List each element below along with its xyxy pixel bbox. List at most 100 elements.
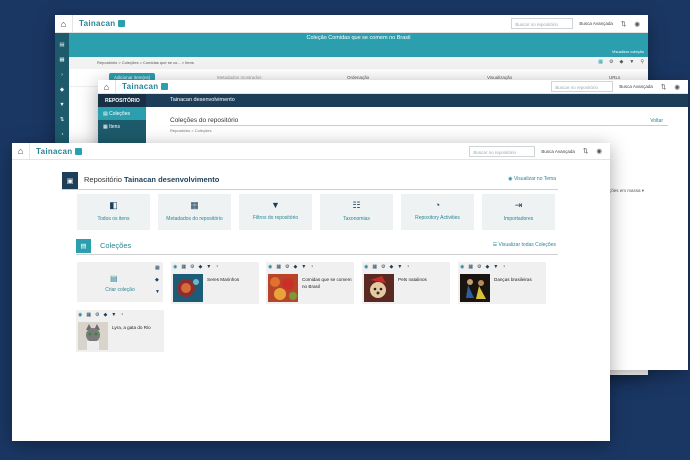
create-collection-card[interactable]: ▤ Criar coleção ▦ ◆ ▼ xyxy=(77,262,163,302)
wordpress-icon[interactable]: ◉ xyxy=(674,83,680,91)
view-icon[interactable]: ◉ xyxy=(173,264,178,270)
settings-icon[interactable]: ⚙ xyxy=(609,59,613,65)
activity-icon[interactable]: ◔ xyxy=(120,312,123,318)
filter-icon[interactable]: ▼ xyxy=(155,289,160,295)
settings-icon[interactable]: ⚙ xyxy=(477,264,482,270)
filter-icon[interactable]: ▼ xyxy=(111,312,116,318)
view-collection-link[interactable]: Visualizar coleção xyxy=(612,49,644,54)
filter-icon[interactable]: ▼ xyxy=(629,59,634,65)
activity-icon[interactable]: ◔ xyxy=(310,264,313,270)
view-in-theme-link[interactable]: ◉ Visualizar no Tema xyxy=(508,176,556,182)
collections-title: Coleções xyxy=(100,241,132,250)
search-input[interactable]: Buscar no repositório xyxy=(511,18,574,29)
home-icon[interactable]: ⌂ xyxy=(98,80,116,93)
card-toolbar: ◉ ▦ ⚙ ◆ ▼ ◔ xyxy=(460,264,505,270)
mass-actions-dropdown[interactable]: Ações em massa ▾ xyxy=(606,188,644,194)
tag-icon[interactable]: ◆ xyxy=(103,312,107,318)
items-icon[interactable]: ▦ xyxy=(468,264,473,270)
collection-card[interactable]: ◉ ▦ ⚙ ◆ ▼ ◔ Comidas que se comem no Brasil xyxy=(266,262,354,304)
search-icon[interactable]: ⚲ xyxy=(640,59,644,65)
home-icon[interactable]: ⌂ xyxy=(55,15,73,32)
sidebar-item-collections[interactable]: ▤ Coleções xyxy=(98,107,146,120)
tile-taxonomies[interactable]: ☷ Taxonomias xyxy=(320,194,393,230)
activity-icon[interactable]: ◔ xyxy=(215,264,218,270)
wordpress-icon[interactable]: ◉ xyxy=(634,20,640,28)
importer-icon: ⇥ xyxy=(514,200,523,210)
taxonomy-icon: ☷ xyxy=(352,200,361,210)
tile-importers[interactable]: ⇥ Importadores xyxy=(482,194,555,230)
advanced-search-link[interactable]: Busca Avançada xyxy=(619,84,652,89)
tile-all-items[interactable]: ◧ Todos os itens xyxy=(77,194,150,230)
activity-icon[interactable]: ⇅ xyxy=(661,83,666,91)
items-tool-icon[interactable]: ▦ xyxy=(598,59,603,65)
sidebar-item-items[interactable]: ▦ Itens xyxy=(98,120,146,133)
items-icon[interactable]: ▦ xyxy=(181,264,186,270)
search-input[interactable]: Buscar no repositório xyxy=(551,81,614,92)
top-bar: ⌂ Tainacan Buscar no repositório Busca A… xyxy=(55,15,648,33)
tag-icon[interactable]: ◆ xyxy=(620,59,624,65)
collection-card[interactable]: ◉ ▦ ⚙ ◆ ▼ ◔ Lyra, a gata do Rio xyxy=(76,310,164,352)
tile-repository-metadata[interactable]: ▦ Metadados do repositório xyxy=(158,194,231,230)
items-icon[interactable]: ▦ xyxy=(55,57,69,63)
tile-repository-activities[interactable]: ◔ Repository Activities xyxy=(401,194,474,230)
view-in-theme-label: Visualizar no Tema xyxy=(513,176,556,182)
logo[interactable]: Tainacan xyxy=(36,147,82,156)
advanced-search-link[interactable]: Busca Avançada xyxy=(541,149,574,154)
collection-thumbnail xyxy=(364,274,394,302)
collection-name: Comidas que se comem no Brasil xyxy=(302,277,352,289)
tag-icon[interactable]: ◆ xyxy=(485,264,489,270)
tag-icon[interactable]: ◆ xyxy=(198,264,202,270)
collections-header: ▤ Coleções ☰ Visualizar todas Coleções xyxy=(76,237,558,255)
breadcrumb-text[interactable]: Repositório > Coleções > Comidas que se … xyxy=(97,60,194,65)
expand-icon[interactable]: › xyxy=(55,72,69,78)
items-icon[interactable]: ▦ xyxy=(276,264,281,270)
repository-icon: ▣ xyxy=(62,172,78,189)
settings-icon[interactable]: ⚙ xyxy=(285,264,290,270)
settings-icon[interactable]: ⚙ xyxy=(381,264,386,270)
back-link[interactable]: Voltar xyxy=(650,118,663,124)
logo[interactable]: Tainacan xyxy=(122,82,168,91)
activity-icon[interactable]: ⇅ xyxy=(583,147,588,155)
logo[interactable]: Tainacan xyxy=(79,19,125,28)
collections-icon[interactable]: ▤ xyxy=(55,42,69,48)
sort-icon[interactable]: ⇅ xyxy=(55,117,69,123)
items-icon[interactable]: ▦ xyxy=(155,265,160,271)
tile-repository-filters[interactable]: ▼ Filtros do repositório xyxy=(239,194,312,230)
collection-header: Coleção Comidas que se comem no Brasil xyxy=(69,33,648,57)
filter-icon[interactable]: ▼ xyxy=(397,264,402,270)
tile-label: Filtros do repositório xyxy=(252,215,299,221)
view-icon[interactable]: ◉ xyxy=(78,312,83,318)
settings-icon[interactable]: ⚙ xyxy=(190,264,195,270)
view-icon[interactable]: ◉ xyxy=(460,264,465,270)
add-collection-icon: ▤ xyxy=(110,274,118,283)
tag-icon[interactable]: ◆ xyxy=(155,277,160,283)
home-icon[interactable]: ⌂ xyxy=(12,143,30,159)
activity-icon[interactable]: ⇅ xyxy=(621,20,626,28)
activity-icon[interactable]: ◔ xyxy=(406,264,409,270)
collection-card[interactable]: ◉ ▦ ⚙ ◆ ▼ ◔ Pets natalinos xyxy=(362,262,450,304)
logo-mark xyxy=(74,147,82,155)
tag-icon[interactable]: ◆ xyxy=(293,264,297,270)
breadcrumb[interactable]: Repositório > Coleções xyxy=(170,128,211,133)
activity-icon[interactable]: ◔ xyxy=(55,132,69,138)
tag-icon[interactable]: ◆ xyxy=(389,264,393,270)
items-icon[interactable]: ▦ xyxy=(86,312,91,318)
wordpress-icon[interactable]: ◉ xyxy=(596,147,602,155)
advanced-search-link[interactable]: Busca Avançada xyxy=(579,21,612,26)
tile-label: Todos os itens xyxy=(97,216,130,222)
items-icon[interactable]: ▦ xyxy=(372,264,377,270)
settings-icon[interactable]: ⚙ xyxy=(95,312,100,318)
view-icon[interactable]: ◉ xyxy=(364,264,369,270)
filter-icon[interactable]: ▼ xyxy=(493,264,498,270)
search-input[interactable]: Buscar no repositório xyxy=(469,145,536,157)
card-toolbar: ◉ ▦ ⚙ ◆ ▼ ◔ xyxy=(173,264,218,270)
view-icon[interactable]: ◉ xyxy=(268,264,273,270)
tag-icon[interactable]: ◆ xyxy=(55,87,69,93)
view-all-collections-link[interactable]: ☰ Visualizar todas Coleções xyxy=(493,242,556,248)
collection-card[interactable]: ◉ ▦ ⚙ ◆ ▼ ◔ Danças brasileiras xyxy=(458,262,546,304)
activity-icon[interactable]: ◔ xyxy=(502,264,505,270)
collection-card[interactable]: ◉ ▦ ⚙ ◆ ▼ ◔ Seres Marinhos xyxy=(171,262,259,304)
filter-icon[interactable]: ▼ xyxy=(206,264,211,270)
filter-icon[interactable]: ▼ xyxy=(301,264,306,270)
filter-icon[interactable]: ▼ xyxy=(55,102,69,108)
